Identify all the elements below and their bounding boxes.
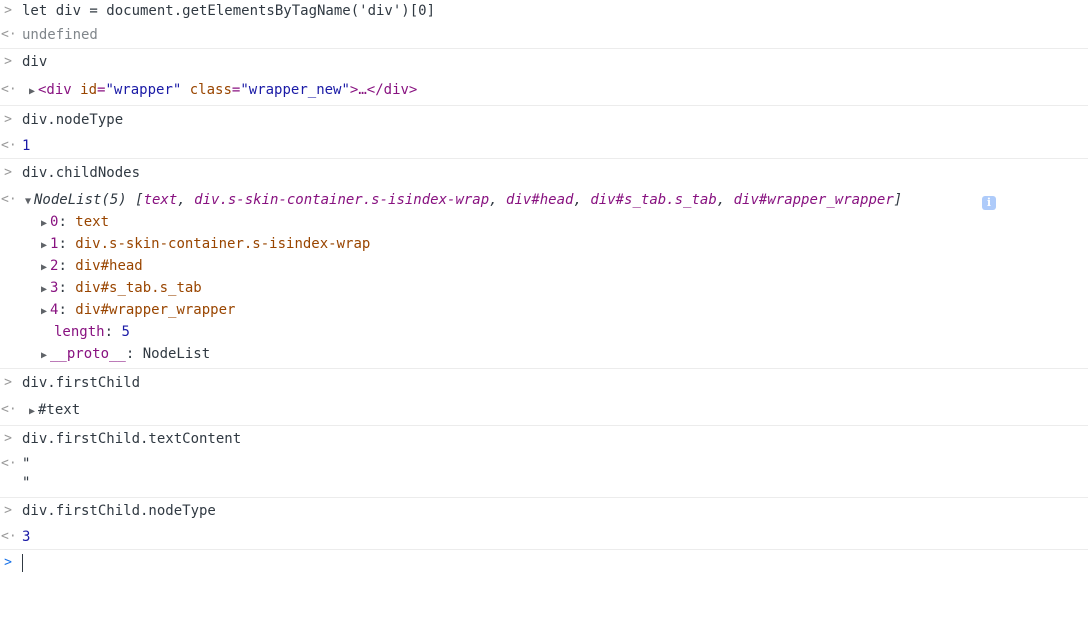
result-value: 1 <box>22 138 31 154</box>
input-prompt-icon: > <box>4 54 12 69</box>
result-arrow-icon: <· <box>1 82 17 97</box>
divider <box>0 158 1088 159</box>
nodelist-length-row: length: 5 <box>54 324 130 340</box>
result-value: undefined <box>22 27 98 43</box>
console-result-row: <· undefined <box>0 24 1088 46</box>
nodelist-child-row[interactable]: ▶ 4: div#wrapper_wrapper <box>0 299 1088 321</box>
result-arrow-icon: <· <box>1 138 17 153</box>
console-result-row: " <box>0 472 1088 494</box>
input-code[interactable]: div <box>22 51 47 73</box>
nodelist-child-row[interactable]: ▶ 0: text <box>0 211 1088 233</box>
result-value: 3 <box>22 529 31 545</box>
divider <box>0 497 1088 498</box>
info-badge-wrap[interactable]: i <box>974 189 996 211</box>
input-prompt-icon: > <box>4 165 12 180</box>
result-arrow-icon: <· <box>1 192 17 207</box>
expand-triangle-icon[interactable]: ▶ <box>38 345 50 367</box>
input-prompt-icon: > <box>4 503 12 518</box>
expand-triangle-icon[interactable]: ▶ <box>38 235 50 257</box>
console-result-row: <· ▶ <div id="wrapper" class="wrapper_new… <box>0 79 1088 101</box>
nodelist-proto-row[interactable]: ▶ __proto__: NodeList <box>0 343 1088 365</box>
input-code[interactable]: div.childNodes <box>22 162 140 184</box>
divider <box>0 105 1088 106</box>
expand-triangle-icon[interactable]: ▶ <box>38 279 50 301</box>
result-arrow-icon: <· <box>1 27 17 42</box>
collapse-triangle-icon[interactable]: ▼ <box>22 191 34 213</box>
input-code[interactable]: let div = document.getElementsByTagName(… <box>22 0 435 22</box>
expand-triangle-icon[interactable]: ▶ <box>26 401 38 423</box>
input-code[interactable]: div.firstChild <box>22 372 140 394</box>
nodelist-child-row[interactable]: ▶ 2: div#head <box>0 255 1088 277</box>
input-prompt-icon: > <box>4 375 12 390</box>
input-prompt-icon: > <box>4 3 12 18</box>
divider <box>0 425 1088 426</box>
input-prompt-icon: > <box>4 112 12 127</box>
console-input-row: > let div = document.getElementsByTagNam… <box>0 0 1088 22</box>
console-result-row: <· 1 <box>0 135 1088 157</box>
expand-triangle-icon[interactable]: ▶ <box>38 257 50 279</box>
input-code[interactable]: div.nodeType <box>22 109 123 131</box>
input-code[interactable]: div.firstChild.textContent <box>22 428 241 450</box>
expand-triangle-icon[interactable]: ▶ <box>38 301 50 323</box>
console-input-row: > div.firstChild.textContent <box>0 428 1088 450</box>
text-caret[interactable] <box>22 554 23 572</box>
console-prompt-row[interactable]: > <box>0 552 1088 574</box>
input-code[interactable]: div.firstChild.nodeType <box>22 500 216 522</box>
result-string-line: " <box>22 475 31 491</box>
expand-triangle-icon[interactable]: ▶ <box>26 81 38 103</box>
nodelist-child-row[interactable]: ▶ 3: div#s_tab.s_tab <box>0 277 1088 299</box>
console-input-row: > div.firstChild.nodeType <box>0 500 1088 522</box>
text-node-result[interactable]: ▶ #text <box>26 399 80 423</box>
element-node-result[interactable]: ▶ <div id="wrapper" class="wrapper_new">…… <box>26 79 417 103</box>
input-prompt-icon: > <box>4 431 12 446</box>
console-input-row: > div <box>0 51 1088 73</box>
divider <box>0 368 1088 369</box>
console-result-row: <· ▶ #text <box>0 399 1088 421</box>
console-input-row: > div.childNodes <box>0 162 1088 184</box>
nodelist-child-row[interactable]: ▶ 1: div.s-skin-container.s-isindex-wrap <box>0 233 1088 255</box>
active-prompt-icon: > <box>4 555 12 570</box>
devtools-console: > let div = document.getElementsByTagNam… <box>0 0 1088 603</box>
console-input-row: > div.firstChild <box>0 372 1088 394</box>
console-result-row: <· 3 <box>0 526 1088 548</box>
divider <box>0 549 1088 550</box>
expand-triangle-icon[interactable]: ▶ <box>38 213 50 235</box>
nodelist-summary[interactable]: ▼ NodeList(5) [text, div.s-skin-container… <box>22 189 902 213</box>
result-arrow-icon: <· <box>1 529 17 544</box>
console-input-row: > div.nodeType <box>0 109 1088 131</box>
result-arrow-icon: <· <box>1 402 17 417</box>
nodelist-summary-row[interactable]: <· ▼ NodeList(5) [text, div.s-skin-contai… <box>0 189 1088 211</box>
divider <box>0 48 1088 49</box>
info-icon[interactable]: i <box>982 196 996 210</box>
